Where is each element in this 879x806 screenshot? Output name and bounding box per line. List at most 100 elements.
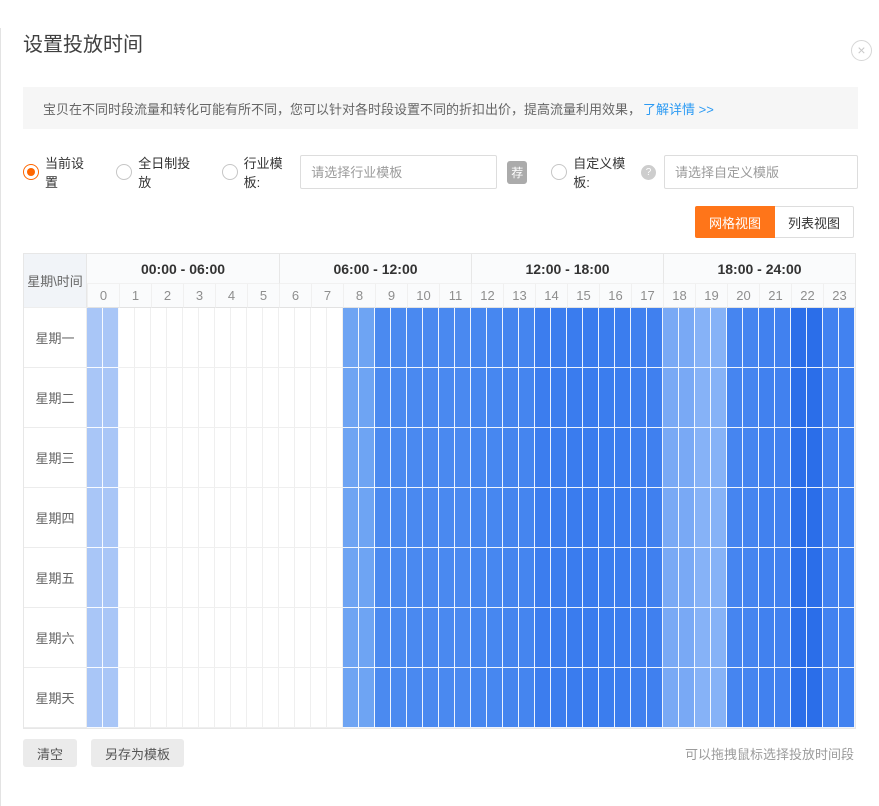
time-slot[interactable]	[567, 308, 583, 368]
time-slot[interactable]	[407, 428, 423, 488]
time-slot[interactable]	[215, 308, 231, 368]
time-slot[interactable]	[647, 308, 663, 368]
time-slot[interactable]	[599, 368, 615, 428]
time-slot[interactable]	[631, 308, 647, 368]
time-slot[interactable]	[215, 488, 231, 548]
time-slot[interactable]	[439, 608, 455, 668]
time-slot[interactable]	[599, 608, 615, 668]
time-slot[interactable]	[551, 548, 567, 608]
time-slot[interactable]	[839, 368, 855, 428]
time-slot[interactable]	[615, 668, 631, 728]
time-slot[interactable]	[167, 608, 183, 668]
time-slot[interactable]	[551, 428, 567, 488]
list-view-button[interactable]: 列表视图	[775, 206, 854, 238]
time-slot[interactable]	[87, 368, 103, 428]
time-slot[interactable]	[423, 488, 439, 548]
time-slot[interactable]	[647, 608, 663, 668]
time-slot[interactable]	[727, 428, 743, 488]
time-slot[interactable]	[471, 668, 487, 728]
time-slot[interactable]	[295, 488, 311, 548]
time-slot[interactable]	[167, 668, 183, 728]
time-slot[interactable]	[375, 368, 391, 428]
time-slot[interactable]	[711, 668, 727, 728]
time-slot[interactable]	[695, 488, 711, 548]
time-slot[interactable]	[311, 368, 327, 428]
time-slot[interactable]	[343, 368, 359, 428]
time-slot[interactable]	[775, 428, 791, 488]
time-slot[interactable]	[359, 668, 375, 728]
time-slot[interactable]	[743, 428, 759, 488]
time-slot[interactable]	[567, 368, 583, 428]
custom-template-input[interactable]	[664, 155, 858, 189]
time-slot[interactable]	[647, 548, 663, 608]
time-slot[interactable]	[247, 368, 263, 428]
time-slot[interactable]	[263, 368, 279, 428]
time-slot[interactable]	[503, 548, 519, 608]
time-slot[interactable]	[583, 488, 599, 548]
time-slot[interactable]	[343, 608, 359, 668]
time-slot[interactable]	[631, 488, 647, 548]
time-slot[interactable]	[247, 308, 263, 368]
time-slot[interactable]	[807, 308, 823, 368]
time-slot[interactable]	[567, 548, 583, 608]
time-slot[interactable]	[727, 488, 743, 548]
time-slot[interactable]	[679, 308, 695, 368]
time-slot[interactable]	[183, 488, 199, 548]
time-slot[interactable]	[247, 668, 263, 728]
time-slot[interactable]	[807, 368, 823, 428]
time-slot[interactable]	[599, 428, 615, 488]
time-slot[interactable]	[103, 428, 119, 488]
time-slot[interactable]	[695, 428, 711, 488]
time-slot[interactable]	[87, 488, 103, 548]
time-slot[interactable]	[279, 548, 295, 608]
time-slot[interactable]	[583, 428, 599, 488]
time-slot[interactable]	[359, 428, 375, 488]
industry-template-input[interactable]	[300, 155, 497, 189]
time-slot[interactable]	[215, 428, 231, 488]
time-slot[interactable]	[119, 668, 135, 728]
time-slot[interactable]	[375, 428, 391, 488]
time-slot[interactable]	[311, 548, 327, 608]
time-slot[interactable]	[87, 608, 103, 668]
time-slot[interactable]	[791, 368, 807, 428]
time-slot[interactable]	[103, 668, 119, 728]
time-slot[interactable]	[119, 308, 135, 368]
time-slot[interactable]	[247, 608, 263, 668]
time-slot[interactable]	[487, 368, 503, 428]
time-slot[interactable]	[343, 548, 359, 608]
time-slot[interactable]	[167, 548, 183, 608]
time-slot[interactable]	[807, 668, 823, 728]
time-slot[interactable]	[263, 308, 279, 368]
time-slot[interactable]	[231, 668, 247, 728]
time-slot[interactable]	[183, 368, 199, 428]
time-slot[interactable]	[439, 488, 455, 548]
time-slot[interactable]	[647, 668, 663, 728]
time-slot[interactable]	[839, 548, 855, 608]
time-slot[interactable]	[487, 488, 503, 548]
time-slot[interactable]	[487, 548, 503, 608]
time-slot[interactable]	[135, 608, 151, 668]
time-slot[interactable]	[423, 368, 439, 428]
time-slot[interactable]	[391, 428, 407, 488]
time-slot[interactable]	[519, 608, 535, 668]
time-slot[interactable]	[599, 668, 615, 728]
time-slot[interactable]	[535, 488, 551, 548]
time-slot[interactable]	[119, 608, 135, 668]
time-slot[interactable]	[823, 368, 839, 428]
time-slot[interactable]	[743, 548, 759, 608]
time-slot[interactable]	[119, 428, 135, 488]
time-slot[interactable]	[535, 548, 551, 608]
time-slot[interactable]	[695, 368, 711, 428]
time-slot[interactable]	[135, 368, 151, 428]
time-slot[interactable]	[375, 308, 391, 368]
time-slot[interactable]	[327, 368, 343, 428]
time-slot[interactable]	[247, 488, 263, 548]
time-slot[interactable]	[791, 608, 807, 668]
time-slot[interactable]	[391, 308, 407, 368]
time-slot[interactable]	[503, 308, 519, 368]
time-slot[interactable]	[775, 368, 791, 428]
radio-all-day[interactable]: 全日制投放	[116, 153, 197, 191]
time-slot[interactable]	[743, 668, 759, 728]
time-slot[interactable]	[167, 488, 183, 548]
time-slot[interactable]	[327, 428, 343, 488]
